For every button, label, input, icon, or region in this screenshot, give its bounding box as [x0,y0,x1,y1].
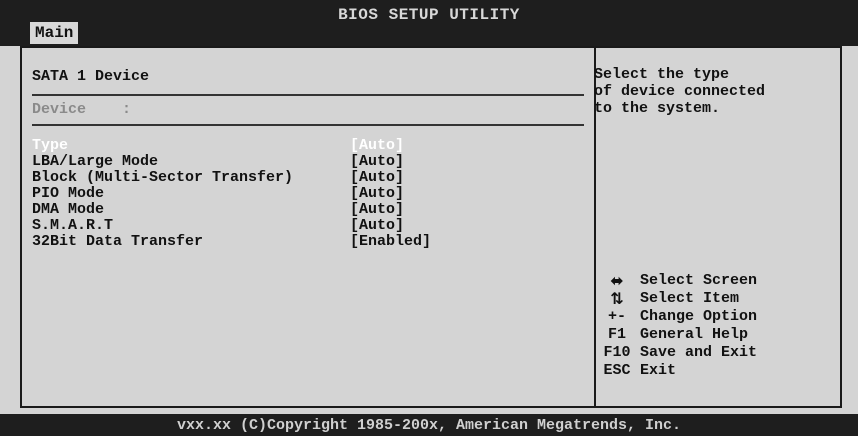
setting-lba-large-mode[interactable]: LBA/Large Mode [Auto] [32,154,584,170]
divider [32,124,584,126]
divider [32,94,584,96]
bios-title: BIOS SETUP UTILITY [338,6,520,24]
up-down-arrows-icon: ⇅ [610,289,624,308]
key-label: F10 [603,344,631,361]
device-separator: : [122,101,132,118]
setting-label: Type [32,137,69,154]
tab-main[interactable]: Main [30,22,79,44]
setting-label: Block (Multi-Sector Transfer) [32,169,294,186]
setting-value[interactable]: [Auto] [350,154,404,170]
setting-label: PIO Mode [32,185,105,202]
key-description: Change Option [640,308,758,325]
setting-value[interactable]: [Auto] [350,186,404,202]
key-description: Select Item [640,290,740,307]
content-area: SATA 1 Device Device : Type [Auto] LBA/L… [0,46,858,414]
key-description: Save and Exit [640,344,758,361]
copyright-text: vxx.xx (C)Copyright 1985-200x, American … [176,417,682,434]
settings-panel: SATA 1 Device Device : Type [Auto] LBA/L… [32,68,584,250]
setting-smart[interactable]: S.M.A.R.T [Auto] [32,218,584,234]
settings-list: Type [Auto] LBA/Large Mode [Auto] Block … [32,138,584,250]
setting-value[interactable]: [Auto] [350,170,404,186]
setting-label: LBA/Large Mode [32,153,159,170]
key-select-screen: ⬌ Select Screen [594,272,824,290]
key-exit: ESC Exit [594,362,824,380]
key-legend: ⬌ Select Screen ⇅ Select Item +- Change … [594,272,824,380]
help-line: Select the type [594,66,730,83]
setting-label: S.M.A.R.T [32,217,114,234]
setting-value[interactable]: [Auto] [350,218,404,234]
section-title: SATA 1 Device [32,68,150,85]
setting-value[interactable]: [Enabled] [350,234,431,250]
key-label: ESC [603,362,631,379]
help-line: to the system. [594,100,721,117]
help-panel: Select the type of device connected to t… [594,66,814,117]
setting-32bit-transfer[interactable]: 32Bit Data Transfer [Enabled] [32,234,584,250]
key-label: F1 [607,326,626,343]
setting-value[interactable]: [Auto] [350,138,404,154]
help-line: of device connected [594,83,766,100]
key-description: Exit [640,362,677,379]
key-label: +- [607,308,626,325]
setting-label: 32Bit Data Transfer [32,233,204,250]
setting-type[interactable]: Type [Auto] [32,138,584,154]
setting-block-transfer[interactable]: Block (Multi-Sector Transfer) [Auto] [32,170,584,186]
key-change-option: +- Change Option [594,308,824,326]
footer-bar: vxx.xx (C)Copyright 1985-200x, American … [0,414,858,436]
setting-value[interactable]: [Auto] [350,202,404,218]
device-label: Device [32,101,87,118]
left-right-arrows-icon: ⬌ [610,271,624,290]
setting-label: DMA Mode [32,201,105,218]
bios-screen: BIOS SETUP UTILITY Main SATA 1 Device De… [0,0,858,436]
setting-pio-mode[interactable]: PIO Mode [Auto] [32,186,584,202]
setting-dma-mode[interactable]: DMA Mode [Auto] [32,202,584,218]
key-general-help: F1 General Help [594,326,824,344]
key-select-item: ⇅ Select Item [594,290,824,308]
key-save-exit: F10 Save and Exit [594,344,824,362]
key-description: General Help [640,326,749,343]
title-bar: BIOS SETUP UTILITY Main [0,0,858,46]
device-row: Device : [32,100,584,120]
key-description: Select Screen [640,272,758,289]
